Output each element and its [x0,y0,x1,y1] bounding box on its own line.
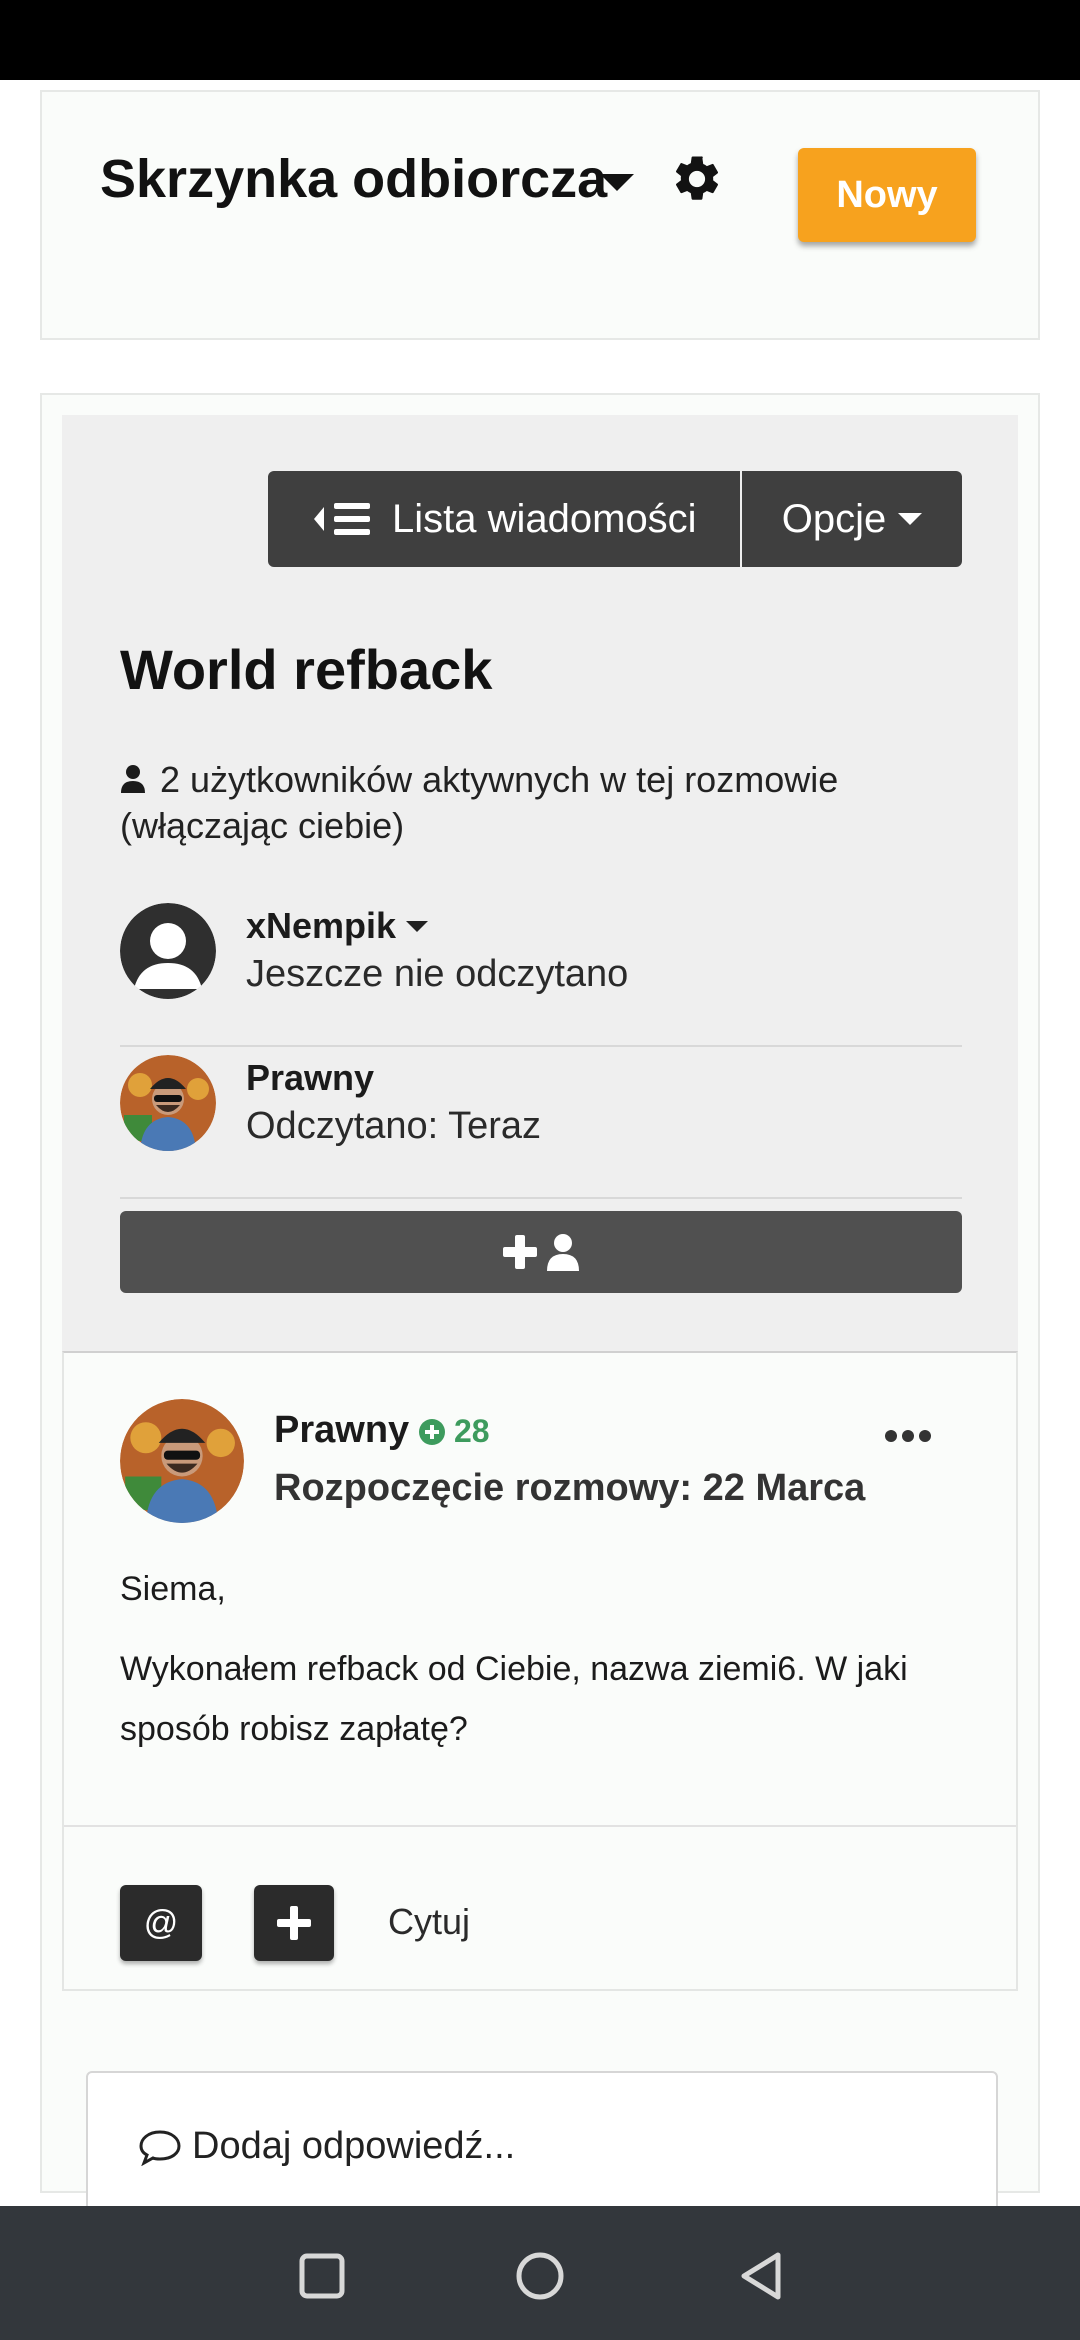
gear-icon[interactable] [670,152,724,206]
active-users-text: 2 użytkowników aktywnych w tej rozmowie … [120,759,839,846]
participant-name[interactable]: Prawny [246,1057,374,1099]
post-date: Rozpoczęcie rozmowy: 22 Marca [274,1467,866,1509]
active-users-info: 2 użytkowników aktywnych w tej rozmowie … [120,757,920,849]
conversation-card: Lista wiadomości Opcje World refback 2 u… [40,393,1040,2271]
participant-row: Prawny Odczytano: Teraz [120,1047,962,1199]
inbox-title[interactable]: Skrzynka odbiorcza [100,148,607,210]
add-participant-button[interactable] [120,1211,962,1293]
message-list-label: Lista wiadomości [392,496,697,541]
options-label: Opcje [781,496,887,541]
reputation-badge[interactable]: 28 [418,1413,490,1450]
post-body: Siema, Wykonałem refback od Ciebie, nazw… [120,1559,1000,1779]
status-bar [0,0,1080,80]
participant-status: Odczytano: Teraz [246,1105,542,1147]
multiquote-button[interactable] [254,1885,334,1961]
reputation-count: 28 [454,1413,490,1449]
list-icon [314,503,370,535]
message-post: Prawny 28 Rozpoczęcie rozmowy: 22 Marca … [62,1351,1018,1991]
chevron-down-icon[interactable] [600,174,634,191]
navigation-bar [0,2206,1080,2340]
plus-icon [277,1906,311,1940]
add-user-icon [503,1234,579,1271]
recent-apps-icon[interactable] [294,2248,350,2304]
avatar[interactable] [120,903,216,999]
chevron-down-icon [898,513,923,525]
divider [64,1825,1016,1827]
conversation-info-panel: Lista wiadomości Opcje World refback 2 u… [62,415,1018,1351]
avatar[interactable] [120,1055,216,1151]
quote-link[interactable]: Cytuj [388,1901,470,1943]
post-author-name[interactable]: Prawny [274,1409,409,1452]
new-message-button[interactable]: Nowy [798,148,976,242]
post-paragraph: Wykonałem refback od Ciebie, nazwa ziemi… [120,1650,908,1748]
participant-row: xNempik Jeszcze nie odczytano [120,895,962,1047]
mention-button[interactable]: @ [120,1885,202,1961]
participant-name[interactable]: xNempik [246,905,429,947]
message-list-button[interactable]: Lista wiadomości [268,471,740,567]
user-icon [121,765,145,793]
post-paragraph: Siema, [120,1570,226,1608]
conversation-title: World refback [120,638,493,701]
chevron-down-icon [406,921,429,932]
more-icon[interactable] [884,1429,932,1443]
participant-status: Jeszcze nie odczytano [246,953,629,995]
reply-placeholder: Dodaj odpowiedź... [138,2125,515,2168]
home-icon[interactable] [512,2248,568,2304]
author-avatar[interactable] [120,1399,244,1523]
options-button[interactable]: Opcje [742,471,962,567]
back-icon[interactable] [734,2248,790,2304]
comment-icon [139,2129,181,2166]
inbox-header: Skrzynka odbiorcza Nowy [40,90,1040,340]
plus-circle-icon [419,1418,445,1445]
